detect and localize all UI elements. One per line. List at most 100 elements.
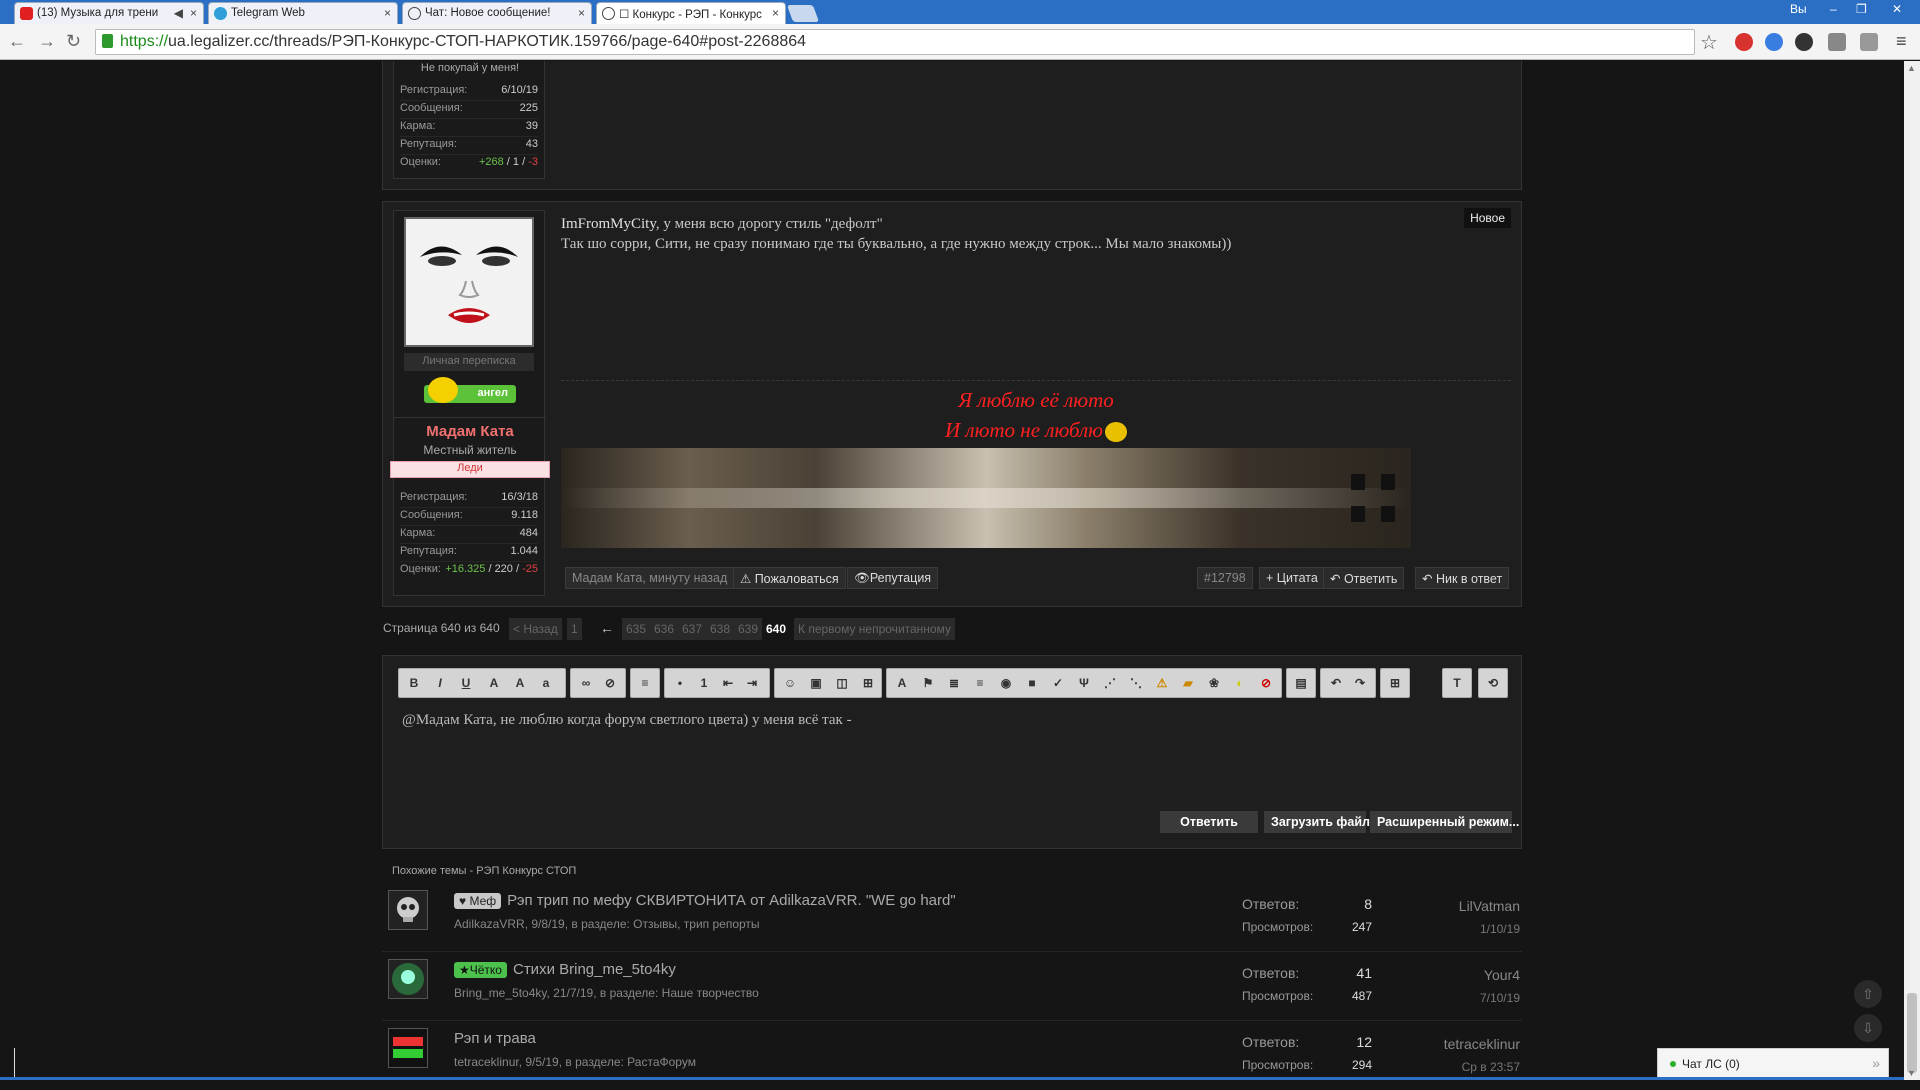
note-icon[interactable]: ▰ <box>1181 676 1195 690</box>
scroll-to-top-button[interactable]: ⇧ <box>1854 980 1882 1008</box>
extension-translate-icon[interactable] <box>1765 33 1783 51</box>
report-button[interactable]: ⚠ Пожаловаться <box>733 567 846 589</box>
trophy-icon[interactable]: Ψ <box>1077 676 1091 690</box>
nick-reply-button[interactable]: ↶ Ник в ответ <box>1415 567 1510 589</box>
thread-prefix[interactable]: ♥ Меф <box>454 893 502 909</box>
thumbs-up-icon[interactable]: ✓ <box>1051 676 1065 690</box>
mute-icon[interactable]: ◀ <box>174 6 183 20</box>
thread-title[interactable]: ♥ Меф Рэп трип по мефу СКВИРТОНИТА от Adi… <box>454 892 956 909</box>
thread-avatar[interactable] <box>388 890 428 930</box>
minimize-icon[interactable]: – <box>1830 2 1837 16</box>
close-tab-icon[interactable]: × <box>190 6 197 20</box>
prev-page-button[interactable]: < Назад <box>509 618 562 640</box>
bookmark-star-icon[interactable]: ☆ <box>1700 30 1718 55</box>
browser-tab-active[interactable]: ☐ Конкурс - РЭП - Конкурс × <box>596 2 786 24</box>
last-poster[interactable]: tetraceklinur <box>1340 1036 1520 1052</box>
similar-thread-row[interactable]: ♥ Меф Рэп трип по мефу СКВИРТОНИТА от Adi… <box>382 884 1522 952</box>
new-tab-button[interactable] <box>786 5 820 22</box>
page-link[interactable]: 635 <box>622 618 651 640</box>
extension-headphones-icon[interactable] <box>1735 33 1753 51</box>
media-icon[interactable]: ◫ <box>835 676 849 690</box>
restore-icon[interactable]: ❐ <box>1856 2 1867 16</box>
font-color-icon[interactable]: A <box>487 676 501 690</box>
link-icon[interactable]: ∞ <box>579 676 593 690</box>
numbered-list-icon[interactable]: 1 <box>697 676 711 690</box>
post-number[interactable]: #12798 <box>1197 567 1253 589</box>
network-icon[interactable]: ⋰ <box>1103 676 1117 690</box>
align-center-icon[interactable]: ≣ <box>947 676 961 690</box>
stop-icon[interactable]: ⊘ <box>1259 676 1273 690</box>
close-tab-icon[interactable]: × <box>578 6 585 20</box>
thread-avatar[interactable] <box>388 1028 428 1068</box>
save-draft-icon[interactable]: ▤ <box>1294 676 1308 690</box>
first-unread-button[interactable]: К первому непрочитанному <box>794 618 955 640</box>
advanced-mode-button[interactable]: Расширенный режим... <box>1370 811 1519 833</box>
submit-reply-button[interactable]: Ответить <box>1160 811 1258 833</box>
quoted-username[interactable]: ImFromMyCity <box>561 216 656 232</box>
unlink-icon[interactable]: ⊘ <box>603 676 617 690</box>
thread-title[interactable]: ★Чётко Стихи Bring_me_5to4ky <box>454 961 676 978</box>
post-time-link[interactable]: Мадам Ката, минуту назад <box>565 567 735 589</box>
italic-icon[interactable]: I <box>433 676 447 690</box>
reputation-button[interactable]: 👁Репутация <box>847 567 939 589</box>
bold-icon[interactable]: B <box>407 676 421 690</box>
remove-format-icon[interactable]: T <box>1450 676 1464 690</box>
close-tab-icon[interactable]: × <box>772 6 779 20</box>
url-input[interactable]: https://ua.legalizer.cc/threads/РЭП-Конк… <box>95 29 1695 55</box>
align-right-icon[interactable]: ≡ <box>973 676 987 690</box>
reload-icon[interactable]: ↻ <box>66 31 81 52</box>
table-icon[interactable]: ⊞ <box>1388 676 1402 690</box>
chat-widget[interactable]: Чат ЛС (0) » <box>1657 1048 1889 1078</box>
thread-prefix[interactable]: ★Чётко <box>454 962 507 978</box>
extension-download-icon[interactable] <box>1795 33 1813 51</box>
upload-file-button[interactable]: Загрузить файл <box>1264 811 1370 833</box>
source-mode-icon[interactable]: ⟲ <box>1486 676 1500 690</box>
thread-avatar[interactable] <box>388 959 428 999</box>
thread-title[interactable]: Рэп и трава <box>454 1030 536 1047</box>
code-icon[interactable]: ⊞ <box>861 676 875 690</box>
profile-label[interactable]: Вы <box>1790 2 1807 16</box>
indent-icon[interactable]: ⇥ <box>745 676 759 690</box>
paw-icon[interactable]: ❀ <box>1207 676 1221 690</box>
browser-menu-icon[interactable]: ≡ <box>1896 31 1907 52</box>
page-link[interactable]: 637 <box>678 618 707 640</box>
extension-puzzle-icon[interactable] <box>1860 33 1878 51</box>
outdent-icon[interactable]: ⇤ <box>721 676 735 690</box>
browser-tab-telegram[interactable]: Telegram Web × <box>208 2 398 24</box>
scroll-up-icon[interactable]: ▲ <box>1907 63 1916 73</box>
undo-icon[interactable]: ↶ <box>1329 676 1343 690</box>
back-icon[interactable]: ← <box>8 31 26 52</box>
speech-bubble-icon[interactable]: ■ <box>1025 676 1039 690</box>
scroll-to-bottom-button[interactable]: ⇩ <box>1854 1014 1882 1042</box>
reply-button[interactable]: ↶ Ответить <box>1323 567 1405 589</box>
warning-icon[interactable]: ⚠ <box>1155 676 1169 690</box>
smiley-icon[interactable]: ☺ <box>783 676 797 690</box>
private-message-button[interactable]: Личная переписка <box>404 353 534 371</box>
page-link-1[interactable]: 1 <box>567 618 582 640</box>
text-box-icon[interactable]: A <box>895 676 909 690</box>
hierarchy-icon[interactable]: ⋱ <box>1129 676 1143 690</box>
align-icon[interactable]: ≡ <box>638 676 652 690</box>
last-poster[interactable]: Your4 <box>1340 967 1520 983</box>
lightbulb-icon[interactable]: ◐ <box>1233 676 1247 690</box>
page-scrollbar[interactable]: ▲ ▼ <box>1904 61 1920 1080</box>
scrollbar-thumb[interactable] <box>1907 993 1917 1073</box>
underline-icon[interactable]: U <box>459 676 473 690</box>
reply-textarea[interactable]: @Мадам Ката, не люблю когда форум светло… <box>402 712 1502 729</box>
forward-icon[interactable]: → <box>38 31 56 52</box>
username[interactable]: Мадам Ката <box>394 423 546 440</box>
scroll-down-icon[interactable]: ▼ <box>1907 1068 1916 1078</box>
page-link[interactable]: 639 <box>734 618 763 640</box>
user-avatar[interactable] <box>404 217 534 347</box>
camera-icon[interactable]: ◉ <box>999 676 1013 690</box>
quote-button[interactable]: + Цитата <box>1259 567 1325 589</box>
last-poster[interactable]: LilVatman <box>1340 898 1520 914</box>
redo-icon[interactable]: ↷ <box>1353 676 1367 690</box>
image-icon[interactable]: ▣ <box>809 676 823 690</box>
browser-tab-youtube[interactable]: (13) Музыка для трени ◀ × <box>14 2 204 24</box>
page-link[interactable]: 638 <box>706 618 735 640</box>
expand-chat-icon[interactable]: » <box>1872 1055 1880 1071</box>
bullet-list-icon[interactable]: • <box>673 676 687 690</box>
font-family-icon[interactable]: a <box>539 676 553 690</box>
browser-tab-chat[interactable]: Чат: Новое сообщение! × <box>402 2 592 24</box>
